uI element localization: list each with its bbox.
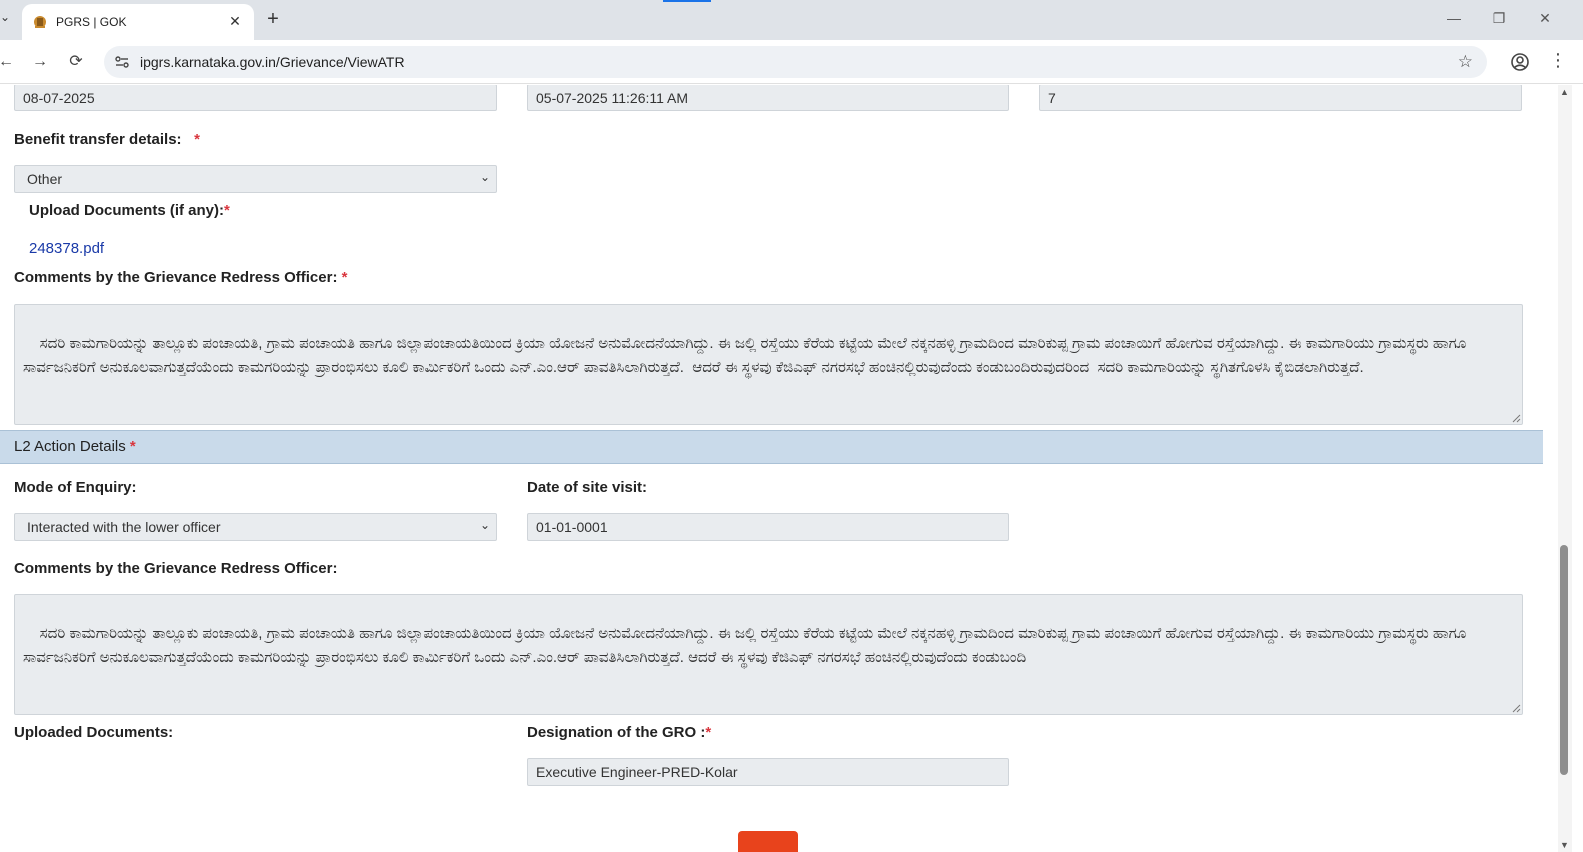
window-minimize-button[interactable]: — <box>1444 10 1464 26</box>
tab-search-chevron-icon[interactable]: ⌄ <box>0 10 12 30</box>
date-of-site-visit-label: Date of site visit: <box>527 479 648 496</box>
required-marker: * <box>129 438 136 455</box>
bookmark-star-icon[interactable]: ☆ <box>1458 52 1473 72</box>
tab-close-icon[interactable]: ✕ <box>226 12 244 30</box>
tab-pgrs[interactable]: PGRS | GOK ✕ <box>22 4 254 40</box>
benefit-transfer-value: Other <box>27 171 63 187</box>
required-marker: * <box>224 202 230 219</box>
site-settings-icon[interactable] <box>114 54 130 70</box>
page-scrollbar[interactable]: ▲ ▼ <box>1558 85 1572 852</box>
reload-button[interactable]: ⟳ <box>66 52 86 72</box>
required-marker: * <box>341 269 348 286</box>
browser-menu-icon[interactable]: ⋮ <box>1549 50 1567 70</box>
profile-icon[interactable] <box>1510 52 1530 72</box>
benefit-transfer-select[interactable]: Other ⌄ <box>14 165 497 193</box>
browser-tab-bar: ⌄ PGRS | GOK ✕ + — ❐ ✕ <box>0 0 1583 40</box>
required-marker: * <box>194 131 200 148</box>
uploaded-file-link[interactable]: 248378.pdf <box>29 240 104 257</box>
days-field: 7 <box>1039 85 1522 111</box>
scroll-down-arrow-icon[interactable]: ▼ <box>1560 840 1569 850</box>
back-button[interactable]: ← <box>0 52 16 72</box>
page-content: 08-07-2025 05-07-2025 11:26:11 AM 7 Bene… <box>0 85 1558 852</box>
window-close-button[interactable]: ✕ <box>1535 10 1555 27</box>
window-restore-button[interactable]: ❐ <box>1489 10 1509 27</box>
gro-comments-label: Comments by the Grievance Redress Office… <box>14 269 348 286</box>
new-tab-button[interactable]: + <box>262 9 284 29</box>
address-bar[interactable]: ipgrs.karnataka.gov.in/Grievance/ViewATR… <box>104 46 1487 78</box>
scroll-up-arrow-icon[interactable]: ▲ <box>1560 87 1569 97</box>
browser-toolbar: ← → ⟳ ipgrs.karnataka.gov.in/Grievance/V… <box>0 40 1583 84</box>
mode-of-enquiry-label: Mode of Enquiry: <box>14 479 137 496</box>
designation-label: Designation of the GRO :* <box>527 724 712 741</box>
mode-of-enquiry-select[interactable]: Interacted with the lower officer ⌄ <box>14 513 497 541</box>
scrollbar-thumb[interactable] <box>1560 545 1568 775</box>
required-marker: * <box>705 724 712 741</box>
datetime-field: 05-07-2025 11:26:11 AM <box>527 85 1009 111</box>
upload-documents-label: Upload Documents (if any):* <box>29 202 230 219</box>
resize-grip-icon[interactable] <box>1511 413 1521 423</box>
tab-strip-highlight <box>663 0 711 2</box>
date-of-site-visit-field: 01-01-0001 <box>527 513 1009 541</box>
submit-button[interactable] <box>738 831 798 852</box>
gro-comments-textarea[interactable]: ಸದರಿ ಕಾಮಗಾರಿಯನ್ನು ತಾಲ್ಲೂಕು ಪಂಚಾಯತಿ, ಗ್ರಾ… <box>14 304 1523 425</box>
resize-grip-icon[interactable] <box>1511 703 1521 713</box>
forward-button[interactable]: → <box>30 52 50 72</box>
l2-gro-comments-label: Comments by the Grievance Redress Office… <box>14 560 338 577</box>
chevron-down-icon: ⌄ <box>479 170 490 184</box>
l2-action-details-header: L2 Action Details * <box>0 430 1543 464</box>
mode-of-enquiry-value: Interacted with the lower officer <box>27 519 221 535</box>
uploaded-documents-label: Uploaded Documents: <box>14 724 174 741</box>
benefit-transfer-label: Benefit transfer details: * <box>14 131 200 148</box>
designation-field: Executive Engineer-PRED-Kolar <box>527 758 1009 786</box>
karnataka-emblem-icon <box>34 16 46 28</box>
gro-comments-text: ಸದರಿ ಕಾಮಗಾರಿಯನ್ನು ತಾಲ್ಲೂಕು ಪಂಚಾಯತಿ, ಗ್ರಾ… <box>23 335 1471 376</box>
date-field-1: 08-07-2025 <box>14 85 497 111</box>
tab-title: PGRS | GOK <box>56 15 127 29</box>
l2-section-title: L2 Action Details <box>14 438 126 455</box>
l2-gro-comments-textarea[interactable]: ಸದರಿ ಕಾಮಗಾರಿಯನ್ನು ತಾಲ್ಲೂಕು ಪಂಚಾಯತಿ, ಗ್ರಾ… <box>14 594 1523 715</box>
l2-gro-comments-text: ಸದರಿ ಕಾಮಗಾರಿಯನ್ನು ತಾಲ್ಲೂಕು ಪಂಚಾಯತಿ, ಗ್ರಾ… <box>23 625 1471 666</box>
chevron-down-icon: ⌄ <box>479 518 490 532</box>
url-text: ipgrs.karnataka.gov.in/Grievance/ViewATR <box>140 54 405 70</box>
